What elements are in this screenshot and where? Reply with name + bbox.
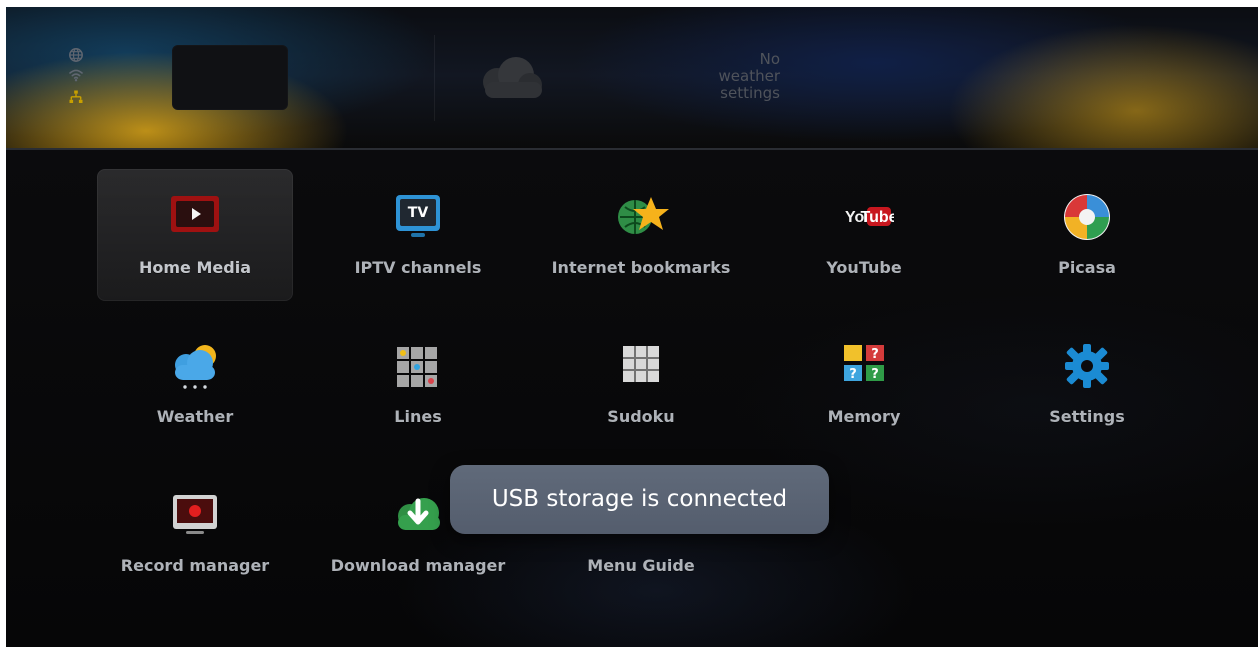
picasa-icon (1064, 194, 1110, 240)
menu-item-lines[interactable]: Lines (320, 318, 516, 450)
youtube-icon-text-right: Tube (860, 209, 894, 226)
menu-item-label: IPTV channels (354, 258, 482, 277)
internet-bookmarks-icon (618, 197, 669, 234)
tv-home-screen: No weather settings Home Media TV IPTV c… (6, 7, 1258, 647)
menu-item-label: Sudoku (607, 407, 675, 426)
memory-icon: ? ? ? (844, 345, 884, 382)
usb-connected-notification: USB storage is connected (450, 465, 829, 534)
menu-item-label: Record manager (120, 556, 270, 575)
sudoku-icon (623, 346, 659, 382)
menu-item-label: Lines (394, 407, 442, 426)
menu-item-home-media[interactable]: Home Media (97, 169, 293, 301)
menu-item-label: Menu Guide (587, 556, 695, 575)
menu-item-internet-bookmarks[interactable]: Internet bookmarks (543, 169, 739, 301)
menu-item-label: Picasa (1058, 258, 1116, 277)
status-bar: No weather settings (6, 7, 1258, 150)
menu-item-label: YouTube (826, 258, 902, 277)
settings-icon (1065, 344, 1109, 388)
menu-item-picasa[interactable]: Picasa (989, 169, 1185, 301)
lines-icon (397, 347, 437, 387)
menu-item-label: Settings (1049, 407, 1125, 426)
menu-item-label: Weather (156, 407, 234, 426)
record-manager-icon (173, 495, 217, 534)
weather-cloud-icon (483, 57, 542, 98)
weather-icon (175, 345, 216, 389)
network-icon (69, 90, 83, 103)
home-media-icon (171, 196, 219, 232)
status-divider (434, 35, 435, 121)
menu-item-youtube[interactable]: You Tube YouTube (766, 169, 962, 301)
menu-item-memory[interactable]: ? ? ? Memory (766, 318, 962, 450)
wifi-icon (69, 69, 83, 82)
menu-item-label: Internet bookmarks (551, 258, 731, 277)
weather-message: No weather settings (718, 50, 780, 102)
memory-icon-mark: ? (871, 367, 879, 382)
menu-item-weather[interactable]: Weather (97, 318, 293, 450)
iptv-channels-icon: TV (396, 195, 440, 237)
memory-icon-mark: ? (871, 347, 879, 362)
download-manager-icon (398, 498, 440, 530)
youtube-icon: You Tube (845, 207, 894, 226)
menu-item-label: Home Media (139, 258, 251, 277)
menu-item-label: Download manager (330, 556, 506, 575)
main-menu-grid: Home Media TV IPTV channels Internet boo… (6, 150, 1258, 647)
menu-item-settings[interactable]: Settings (989, 318, 1185, 450)
menu-item-sudoku[interactable]: Sudoku (543, 318, 739, 450)
clock-display (172, 45, 288, 110)
main-menu-panel: Home Media TV IPTV channels Internet boo… (6, 150, 1258, 647)
memory-icon-mark: ? (849, 367, 857, 382)
menu-item-iptv-channels[interactable]: TV IPTV channels (320, 169, 516, 301)
menu-item-label: Memory (827, 407, 901, 426)
globe-icon (69, 48, 83, 62)
tv-icon-text: TV (408, 205, 429, 221)
menu-item-record-manager[interactable]: Record manager (97, 467, 293, 599)
